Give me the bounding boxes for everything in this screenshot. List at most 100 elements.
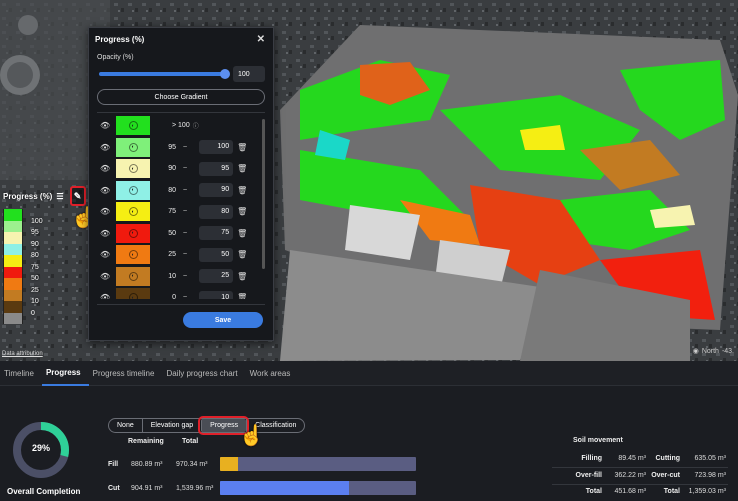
opacity-label: Opacity (%) xyxy=(97,54,134,61)
legend-swatch xyxy=(3,266,23,278)
range-high-input[interactable]: 95 xyxy=(199,161,234,176)
range-separator: ~ xyxy=(183,186,188,194)
legend-swatch xyxy=(3,255,23,267)
trash-icon[interactable]: 🗑 xyxy=(237,164,247,173)
range-separator: ~ xyxy=(183,143,188,151)
filter-icon[interactable]: ☰ xyxy=(56,192,63,201)
legend-title: Progress (%) xyxy=(3,191,53,201)
cut-progress-fill xyxy=(220,481,350,495)
filling-value: 89.45 m³ xyxy=(618,455,646,462)
trash-icon[interactable]: 🗑 xyxy=(237,293,247,299)
range-low: 80 xyxy=(168,186,176,194)
tab-work-areas[interactable]: Work areas xyxy=(246,361,299,386)
trash-icon[interactable]: 🗑 xyxy=(237,272,247,281)
north-value: -43. xyxy=(721,347,734,355)
color-swatch[interactable]: ◐ xyxy=(116,223,150,243)
legend-swatch xyxy=(3,301,23,313)
legend-swatch xyxy=(3,232,23,244)
range-row: 👁 ◐ 75 ~80 🗑 xyxy=(89,201,273,223)
tab-progress-timeline[interactable]: Progress timeline xyxy=(89,361,163,386)
color-swatch[interactable]: ◐ xyxy=(116,180,150,200)
data-attribution-link[interactable]: Data attribution xyxy=(2,351,43,357)
close-icon[interactable]: ✕ xyxy=(257,34,265,45)
range-high-input[interactable]: 50 xyxy=(199,247,234,262)
range-high-input[interactable]: 90 xyxy=(199,183,234,198)
tab-progress[interactable]: Progress xyxy=(41,361,89,386)
opacity-slider[interactable] xyxy=(99,69,230,79)
legend-swatch xyxy=(3,243,23,255)
cut-progress-bar xyxy=(220,481,416,495)
range-high-input[interactable]: 25 xyxy=(199,269,234,284)
legend-entry: 25 xyxy=(3,278,93,294)
eye-icon[interactable]: 👁 xyxy=(100,143,114,152)
trash-icon[interactable]: 🗑 xyxy=(237,250,247,259)
cut-remaining: 904.91 m³ xyxy=(131,485,163,492)
tab-daily-progress-chart[interactable]: Daily progress chart xyxy=(162,361,245,386)
legend-swatch xyxy=(3,278,23,290)
fill-total: 970.34 m³ xyxy=(176,461,208,468)
compass-icon: ◉ xyxy=(692,348,699,355)
legend-entry: 50 xyxy=(3,266,93,282)
bottom-tabs: Timeline Progress Progress timeline Daily p… xyxy=(0,361,738,386)
save-button[interactable]: Save xyxy=(183,312,263,328)
range-row-top: 👁 ◐ > 100 ⓘ xyxy=(89,115,273,137)
fill-remaining: 880.89 m³ xyxy=(131,461,163,468)
color-swatch[interactable]: ◐ xyxy=(116,137,150,157)
eye-icon[interactable]: 👁 xyxy=(100,164,114,173)
info-icon[interactable]: ⓘ xyxy=(193,121,199,130)
pointer-hand-icon: ☝ xyxy=(239,425,264,447)
eye-icon[interactable]: 👁 xyxy=(100,229,114,238)
legend-entry: 90 xyxy=(3,232,93,248)
total-fill-value: 451.68 m³ xyxy=(614,488,646,495)
total-cut-value: 1,359.03 m³ xyxy=(688,488,726,495)
trash-icon[interactable]: 🗑 xyxy=(237,207,247,216)
cut-label: Cut xyxy=(108,485,120,492)
legend-value: 95 xyxy=(31,229,39,236)
scrollbar[interactable] xyxy=(262,119,265,269)
eye-icon[interactable]: 👁 xyxy=(100,186,114,195)
legend-entry: 0 xyxy=(3,301,93,317)
eye-icon[interactable]: 👁 xyxy=(100,272,114,281)
legend-entry xyxy=(3,312,93,324)
range-high-input[interactable]: 80 xyxy=(199,204,234,219)
north-label: North xyxy=(701,347,719,355)
eye-icon[interactable]: 👁 xyxy=(100,250,114,259)
eye-icon[interactable]: 👁 xyxy=(100,207,114,216)
color-picker-icon: ◐ xyxy=(128,142,138,152)
color-swatch[interactable]: ◐ xyxy=(116,159,150,179)
trash-icon[interactable]: 🗑 xyxy=(237,186,247,195)
tab-timeline[interactable]: Timeline xyxy=(0,361,42,386)
trash-icon[interactable]: 🗑 xyxy=(237,229,247,238)
overfill-label: Over-fill xyxy=(575,472,602,479)
segment-none[interactable]: None xyxy=(109,419,142,432)
eye-icon[interactable]: 👁 xyxy=(100,121,114,130)
color-swatch[interactable]: ◐ xyxy=(116,288,150,299)
segment-elevation-gap[interactable]: Elevation gap xyxy=(141,419,201,432)
trash-icon[interactable]: 🗑 xyxy=(237,143,247,152)
color-swatch[interactable]: ◐ xyxy=(116,202,150,222)
eye-icon[interactable]: 👁 xyxy=(100,293,114,299)
choose-gradient-button[interactable]: Choose Gradient xyxy=(97,89,265,105)
legend-value: 25 xyxy=(31,286,39,294)
soil-movement-title: Soil movement xyxy=(573,437,623,444)
opacity-input[interactable]: 100 xyxy=(233,66,265,82)
range-low: 75 xyxy=(168,208,176,216)
range-high-input[interactable]: 75 xyxy=(199,226,234,241)
divider xyxy=(97,304,265,305)
popup-title: Progress (%) xyxy=(95,35,145,44)
cutting-label: Cutting xyxy=(655,455,681,462)
color-swatch[interactable]: ◐ xyxy=(116,266,150,286)
color-swatch[interactable]: ◐ xyxy=(116,116,150,136)
fill-label: Fill xyxy=(108,461,119,468)
opacity-slider-handle[interactable] xyxy=(220,69,230,79)
legend-value: 75 xyxy=(31,263,39,271)
legend-swatch xyxy=(3,289,23,301)
color-picker-icon: ◐ xyxy=(128,121,138,131)
remaining-header: Remaining xyxy=(128,438,164,445)
range-high-input[interactable]: 10 xyxy=(199,290,234,299)
range-high-input[interactable]: 100 xyxy=(199,140,234,155)
edit-legend-button[interactable]: ✎ xyxy=(69,186,86,206)
total-cut-label: Total xyxy=(663,488,680,495)
color-swatch[interactable]: ◐ xyxy=(116,245,150,265)
range-row: 👁 ◐ 50 ~75 🗑 xyxy=(89,223,273,245)
